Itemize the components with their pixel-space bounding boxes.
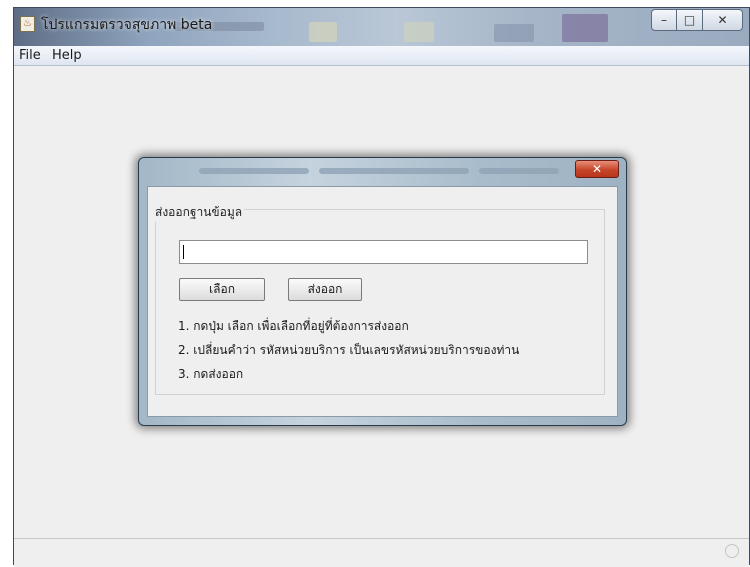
select-button[interactable]: เลือก (179, 278, 265, 301)
dialog-title-smudge (199, 168, 309, 174)
title-bar-background-smudge (562, 14, 608, 42)
title-bar-background-smudge (309, 22, 337, 42)
instruction-2: 2. เปลี่ยนคำว่า รหัสหน่วยบริการ เป็นเลขร… (178, 343, 520, 357)
maximize-button[interactable]: □ (677, 9, 703, 31)
window-title: โปรแกรมตรวจสุขภาพ beta (41, 17, 213, 33)
title-bar[interactable]: ♨ โปรแกรมตรวจสุขภาพ beta – □ ✕ (14, 8, 749, 46)
minimize-button[interactable]: – (651, 9, 677, 31)
group-title: ส่งออกฐานข้อมูล (153, 203, 245, 222)
dialog-close-button[interactable]: ✕ (575, 160, 619, 178)
dialog-body: ส่งออกฐานข้อมูล เลือก ส่งออก 1. กดปุ่ม เ… (147, 186, 618, 417)
title-bar-background-smudge (494, 24, 534, 42)
java-coffee-icon: ♨ (20, 16, 35, 32)
export-dialog: ✕ ส่งออกฐานข้อมูล เลือก ส่งออก 1. กดปุ่ม… (138, 157, 627, 426)
busy-indicator-icon (725, 544, 739, 558)
menu-help[interactable]: Help (52, 48, 82, 63)
export-button[interactable]: ส่งออก (288, 278, 362, 301)
status-bar (14, 538, 749, 567)
title-bar-background-smudge (404, 22, 434, 42)
instruction-1: 1. กดปุ่ม เลือก เพื่อเลือกที่อยู่ที่ต้อง… (178, 319, 409, 333)
window-controls: – □ ✕ (651, 9, 743, 31)
dialog-title-smudge (319, 168, 469, 174)
close-window-button[interactable]: ✕ (703, 9, 743, 31)
menu-file[interactable]: File (19, 48, 41, 63)
export-path-input[interactable] (179, 240, 588, 264)
dialog-title-bar[interactable]: ✕ (139, 158, 626, 186)
text-caret (183, 245, 184, 259)
dialog-title-smudge (479, 168, 559, 174)
menu-bar: File Help (14, 46, 749, 66)
instruction-3: 3. กดส่งออก (178, 367, 244, 381)
